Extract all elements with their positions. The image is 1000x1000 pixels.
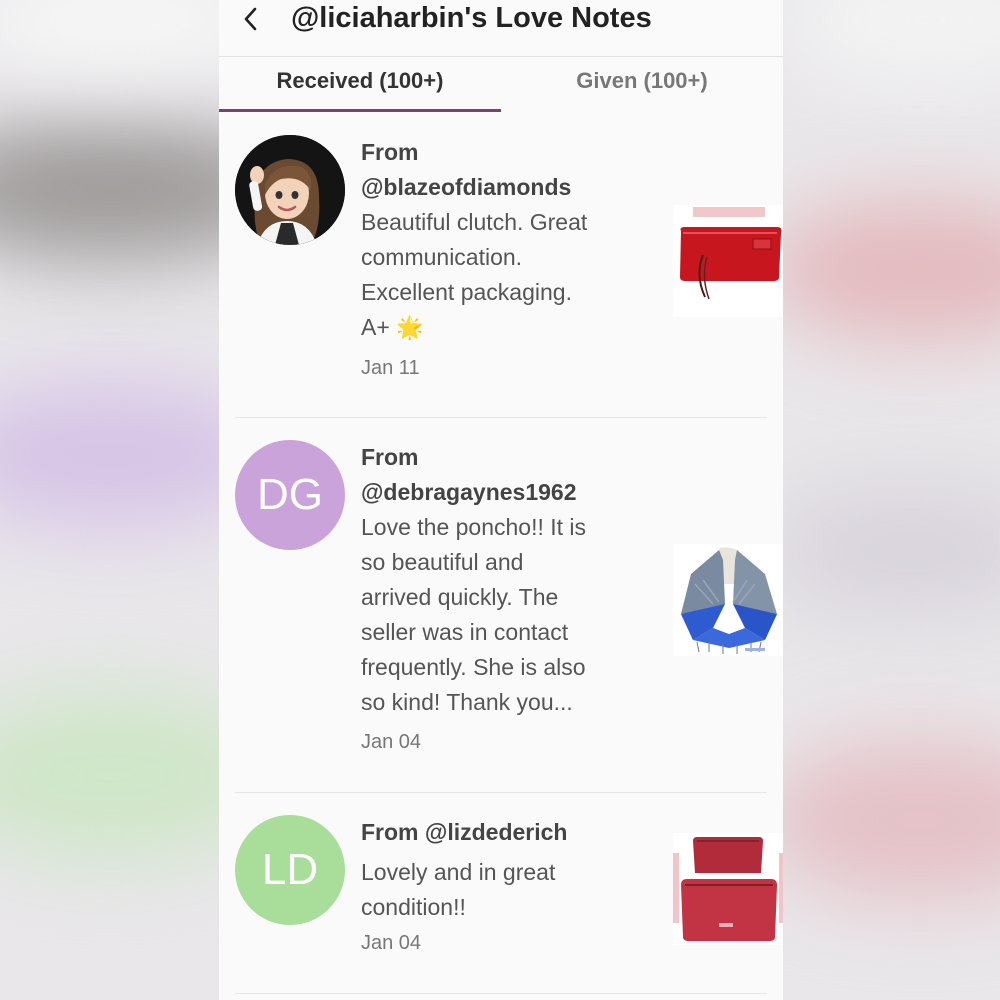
note-date: Jan 04 xyxy=(361,932,422,954)
note-message-line: Excellent packaging. xyxy=(361,279,572,305)
red-clutch-image xyxy=(673,205,783,317)
note-message-line: communication. xyxy=(361,244,523,270)
love-notes-screen: @liciaharbin's Love Notes Received (100+… xyxy=(219,0,783,1000)
note-message-grade: A+ xyxy=(361,314,390,340)
note-sender-handle[interactable]: @debragaynes1962 xyxy=(361,475,633,510)
note-message-line: condition!! xyxy=(361,894,466,920)
tab-given[interactable]: Given (100+) xyxy=(501,57,783,109)
note-date: Jan 04 xyxy=(361,731,422,753)
note-message-line: so kind! Thank you... xyxy=(361,689,573,715)
poncho-image xyxy=(673,544,783,656)
active-tab-indicator xyxy=(219,109,501,112)
item-thumbnail[interactable] xyxy=(673,205,783,317)
tab-bar: Received (100+) Given (100+) xyxy=(219,57,783,113)
love-note-item: DG From @debragaynes1962 Love the poncho… xyxy=(235,440,783,770)
love-note-item: LD From @lizdederich Lovely and in great… xyxy=(235,815,783,975)
note-message-line: arrived quickly. The xyxy=(361,584,559,610)
note-message-line: Lovely and in great xyxy=(361,859,556,885)
note-body: From @blazeofdiamonds Beautiful clutch. … xyxy=(361,135,633,345)
bitmoji-avatar-image xyxy=(235,135,345,245)
note-message-line: frequently. She is also xyxy=(361,654,586,680)
star-emoji-icon: 🌟 xyxy=(396,315,424,340)
avatar[interactable]: DG xyxy=(235,440,345,550)
avatar[interactable] xyxy=(235,135,345,245)
note-body: From @debragaynes1962 Love the poncho!! … xyxy=(361,440,633,720)
note-message-line: Love the poncho!! It is xyxy=(361,514,587,540)
note-sender[interactable]: From @lizdederich xyxy=(361,815,633,850)
note-body: From @lizdederich Lovely and in great co… xyxy=(361,815,633,925)
divider xyxy=(235,792,767,793)
note-message-line: so beautiful and xyxy=(361,549,524,575)
love-note-item: From @blazeofdiamonds Beautiful clutch. … xyxy=(235,135,783,395)
top-bar: @liciaharbin's Love Notes xyxy=(219,0,783,57)
item-thumbnail[interactable] xyxy=(673,544,783,656)
back-button[interactable] xyxy=(237,2,265,34)
note-sender-line1: From xyxy=(361,139,419,165)
avatar[interactable]: LD xyxy=(235,815,345,925)
note-date: Jan 11 xyxy=(361,357,420,379)
item-thumbnail[interactable] xyxy=(673,833,783,945)
note-message-line: A+ 🌟 xyxy=(361,310,633,345)
note-sender-line1: From xyxy=(361,444,419,470)
note-message-line: Beautiful clutch. Great xyxy=(361,209,588,235)
chevron-left-icon xyxy=(244,7,257,31)
note-message-line: seller was in contact xyxy=(361,619,569,645)
divider xyxy=(235,417,767,418)
note-sender-handle[interactable]: @blazeofdiamonds xyxy=(361,170,633,205)
divider xyxy=(235,993,767,994)
pouch-set-image xyxy=(673,833,783,945)
page-title: @liciaharbin's Love Notes xyxy=(291,2,652,34)
tab-received[interactable]: Received (100+) xyxy=(219,57,501,109)
